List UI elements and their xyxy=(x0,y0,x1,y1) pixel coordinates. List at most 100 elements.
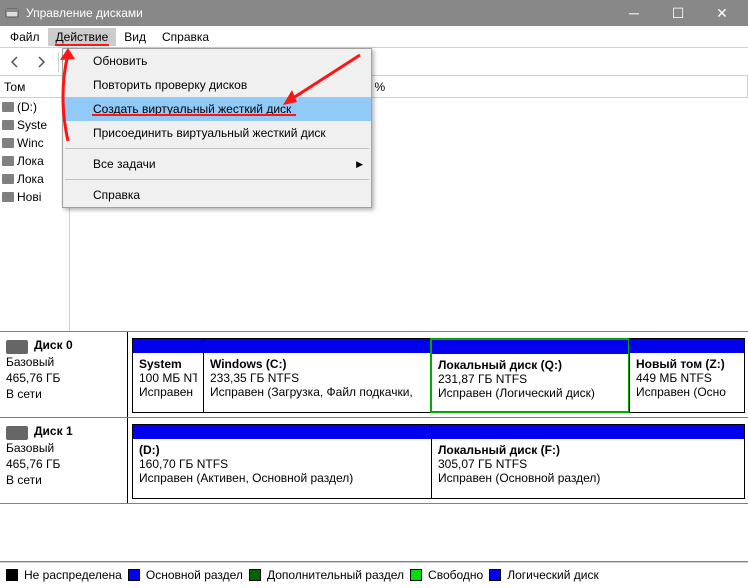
volume-icon xyxy=(2,138,14,148)
partition-name: Новый том (Z:) xyxy=(636,357,738,371)
volume-row[interactable]: Лока xyxy=(0,152,69,170)
forward-button[interactable] xyxy=(30,51,52,73)
partition-size: 449 МБ NTFS xyxy=(636,371,738,385)
disk-size: 465,76 ГБ xyxy=(6,371,121,385)
cell-freepct: 71 % xyxy=(310,98,748,116)
partition-size: 100 МБ NTF xyxy=(139,371,197,385)
disk-icon xyxy=(6,426,28,440)
legend-free: Свободно xyxy=(428,568,483,582)
partition-size: 305,07 ГБ NTFS xyxy=(438,457,738,471)
disk-type: Базовый xyxy=(6,441,121,455)
disk-info[interactable]: Диск 1 Базовый 465,76 ГБ В сети xyxy=(0,418,128,503)
partition-local-q[interactable]: Локальный диск (Q:)231,87 ГБ NTFSИсправе… xyxy=(430,338,630,413)
partition-name: System xyxy=(139,357,197,371)
disk-row-0: Диск 0 Базовый 465,76 ГБ В сети System10… xyxy=(0,332,748,418)
legend-extended: Дополнительный раздел xyxy=(267,568,404,582)
volume-row[interactable]: (D:) xyxy=(0,98,69,116)
menu-refresh[interactable]: Обновить xyxy=(63,49,371,73)
partition-name: Локальный диск (F:) xyxy=(438,443,738,457)
action-dropdown: Обновить Повторить проверку дисков Созда… xyxy=(62,48,372,208)
disk-status: В сети xyxy=(6,387,121,401)
swatch-primary xyxy=(128,569,140,581)
partition-bar xyxy=(432,425,744,439)
partition-size: 231,87 ГБ NTFS xyxy=(438,372,622,386)
partition-bar xyxy=(204,339,430,353)
partition-name: (D:) xyxy=(139,443,425,457)
partition-status: Исправен (Логический диск) xyxy=(438,386,622,400)
disk-status: В сети xyxy=(6,473,121,487)
volume-row[interactable]: Нові xyxy=(0,188,69,206)
swatch-unallocated xyxy=(6,569,18,581)
partition-system[interactable]: System100 МБ NTFИсправен (С xyxy=(132,338,204,413)
volume-header[interactable]: Том xyxy=(0,76,69,98)
window-title: Управление дисками xyxy=(26,6,612,20)
volume-row[interactable]: Лока xyxy=(0,170,69,188)
partition-local-f[interactable]: Локальный диск (F:)305,07 ГБ NTFSИсправе… xyxy=(431,424,745,499)
partition-name: Windows (C:) xyxy=(210,357,424,371)
swatch-logical xyxy=(489,569,501,581)
legend: Не распределена Основной раздел Дополнит… xyxy=(0,562,748,586)
col-freepct[interactable]: Свободно % xyxy=(310,76,748,97)
menu-view[interactable]: Вид xyxy=(116,28,154,46)
partition-size: 233,35 ГБ NTFS xyxy=(210,371,424,385)
partition-d[interactable]: (D:)160,70 ГБ NTFSИсправен (Активен, Осн… xyxy=(132,424,432,499)
disk-name: Диск 0 xyxy=(34,338,121,352)
volume-row[interactable]: Winc xyxy=(0,134,69,152)
back-button[interactable] xyxy=(4,51,26,73)
disk-size: 465,76 ГБ xyxy=(6,457,121,471)
partition-size: 160,70 ГБ NTFS xyxy=(139,457,425,471)
toolbar-separator xyxy=(58,52,59,72)
partition-bar xyxy=(630,339,744,353)
minimize-button[interactable]: ─ xyxy=(612,0,656,26)
volume-label: (D:) xyxy=(17,100,37,114)
disk-icon xyxy=(6,340,28,354)
volume-icon xyxy=(2,120,14,130)
annotation-underline xyxy=(92,114,296,116)
menu-help[interactable]: Справка xyxy=(154,28,217,46)
app-icon xyxy=(4,5,20,21)
partition-status: Исправен (Основной раздел) xyxy=(438,471,738,485)
volume-label: Syste xyxy=(17,118,47,132)
partition-bar xyxy=(133,339,203,353)
partition-container: (D:)160,70 ГБ NTFSИсправен (Активен, Осн… xyxy=(128,418,748,503)
menu-all-tasks[interactable]: Все задачи xyxy=(63,152,371,176)
title-bar: Управление дисками ─ ☐ ✕ xyxy=(0,0,748,26)
disk-info[interactable]: Диск 0 Базовый 465,76 ГБ В сети xyxy=(0,332,128,417)
disk-name: Диск 1 xyxy=(34,424,121,438)
swatch-free xyxy=(410,569,422,581)
disk-map-pane: Диск 0 Базовый 465,76 ГБ В сети System10… xyxy=(0,332,748,562)
volume-label: Нові xyxy=(17,190,41,204)
legend-logical: Логический диск xyxy=(507,568,599,582)
menu-attach-vhd[interactable]: Присоединить виртуальный жесткий диск xyxy=(63,121,371,145)
partition-new-z[interactable]: Новый том (Z:)449 МБ NTFSИсправен (Осно xyxy=(629,338,745,413)
volume-icon xyxy=(2,192,14,202)
partition-container: System100 МБ NTFИсправен (С Windows (C:)… xyxy=(128,332,748,417)
menu-separator xyxy=(65,179,369,180)
cell-freepct: 91 % xyxy=(310,134,748,152)
partition-status: Исправен (Осно xyxy=(636,385,738,399)
volume-label: Лока xyxy=(17,172,44,186)
legend-unallocated: Не распределена xyxy=(24,568,122,582)
partition-windows-c[interactable]: Windows (C:)233,35 ГБ NTFSИсправен (Загр… xyxy=(203,338,431,413)
menu-bar: Файл Действие Вид Справка xyxy=(0,26,748,48)
volume-label: Winc xyxy=(17,136,44,150)
partition-bar xyxy=(432,340,628,354)
legend-primary: Основной раздел xyxy=(146,568,243,582)
volume-label: Лока xyxy=(17,154,44,168)
partition-status: Исправен (С xyxy=(139,385,197,399)
menu-action[interactable]: Действие xyxy=(48,28,117,46)
menu-file[interactable]: Файл xyxy=(2,28,48,46)
volume-icon xyxy=(2,156,14,166)
maximize-button[interactable]: ☐ xyxy=(656,0,700,26)
annotation-underline xyxy=(55,44,109,46)
menu-help-item[interactable]: Справка xyxy=(63,183,371,207)
cell-freepct: 28 % xyxy=(310,152,748,170)
menu-rescan[interactable]: Повторить проверку дисков xyxy=(63,73,371,97)
disk-row-1: Диск 1 Базовый 465,76 ГБ В сети (D:)160,… xyxy=(0,418,748,504)
volume-row[interactable]: Syste xyxy=(0,116,69,134)
partition-name: Локальный диск (Q:) xyxy=(438,358,622,372)
swatch-extended xyxy=(249,569,261,581)
close-button[interactable]: ✕ xyxy=(700,0,744,26)
disk-type: Базовый xyxy=(6,355,121,369)
menu-create-vhd[interactable]: Создать виртуальный жесткий диск xyxy=(63,97,371,121)
